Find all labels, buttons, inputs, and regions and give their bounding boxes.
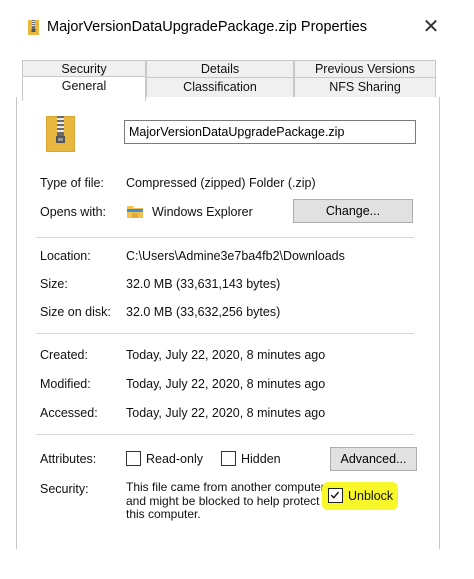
type-of-file-value: Compressed (zipped) Folder (.zip) (126, 176, 316, 190)
window-title: MajorVersionDataUpgradePackage.zip Prope… (47, 19, 367, 35)
zip-folder-icon (28, 20, 39, 35)
close-icon: ✕ (422, 16, 440, 38)
separator (36, 434, 414, 435)
read-only-checkbox[interactable] (126, 451, 141, 466)
zip-folder-icon (46, 116, 75, 152)
modified-value: Today, July 22, 2020, 8 minutes ago (126, 377, 326, 391)
security-label: Security: (40, 482, 89, 496)
separator (36, 333, 414, 334)
hidden-checkbox[interactable] (221, 451, 236, 466)
modified-label: Modified: (40, 377, 91, 391)
location-value: C:\Users\Admine3e7ba4fb2\Downloads (126, 249, 345, 263)
created-value: Today, July 22, 2020, 8 minutes ago (126, 348, 326, 362)
opens-with-label: Opens with: (40, 205, 107, 219)
file-name-field[interactable] (124, 120, 416, 144)
change-button[interactable]: Change... (293, 199, 413, 223)
created-label: Created: (40, 348, 88, 362)
tab-nfs-sharing[interactable]: NFS Sharing (294, 77, 436, 98)
tab-details[interactable]: Details (146, 60, 294, 77)
attributes-label: Attributes: (40, 452, 97, 466)
close-button[interactable]: ✕ (416, 14, 446, 40)
security-message: This file came from another computer and… (126, 480, 325, 521)
unblock-label: Unblock (348, 489, 394, 503)
accessed-value: Today, July 22, 2020, 8 minutes ago (126, 406, 326, 420)
size-on-disk-label: Size on disk: (40, 305, 111, 319)
checkmark-icon (330, 491, 340, 499)
windows-explorer-folder-icon (127, 206, 143, 218)
unblock-checkbox[interactable] (328, 488, 343, 503)
tab-classification[interactable]: Classification (146, 77, 294, 98)
title-bar: MajorVersionDataUpgradePackage.zip Prope… (0, 0, 474, 46)
size-label: Size: (40, 277, 68, 291)
location-label: Location: (40, 249, 91, 263)
size-value: 32.0 MB (33,631,143 bytes) (126, 277, 281, 291)
hidden-label: Hidden (241, 452, 281, 466)
separator (36, 237, 414, 238)
advanced-button[interactable]: Advanced... (330, 447, 417, 471)
properties-window: MajorVersionDataUpgradePackage.zip Prope… (0, 0, 474, 579)
accessed-label: Accessed: (40, 406, 98, 420)
size-on-disk-value: 32.0 MB (33,632,256 bytes) (126, 305, 281, 319)
type-of-file-label: Type of file: (40, 176, 104, 190)
tab-previous-versions[interactable]: Previous Versions (294, 60, 436, 77)
opens-with-value: Windows Explorer (152, 205, 253, 219)
tab-general[interactable]: General (22, 76, 146, 101)
tab-security[interactable]: Security (22, 60, 146, 77)
read-only-label: Read-only (146, 452, 203, 466)
